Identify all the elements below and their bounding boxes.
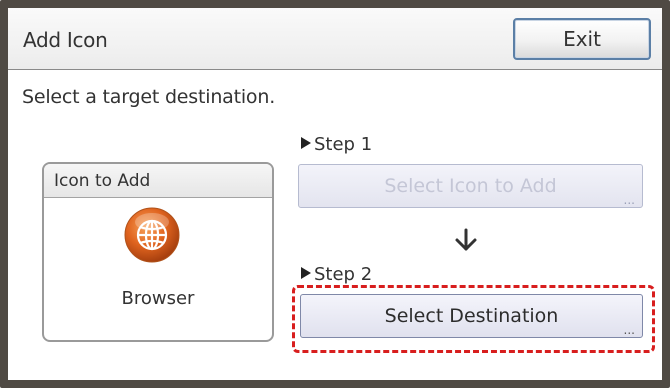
icon-to-add-panel: Icon to Add Browser <box>42 162 274 342</box>
select-destination-label: Select Destination <box>384 305 559 327</box>
step2-triangle-icon <box>301 267 311 279</box>
select-icon-to-add-button[interactable]: Select Icon to Add ... <box>298 164 643 208</box>
step2-label: Step 2 <box>301 265 372 285</box>
select-icon-to-add-label: Select Icon to Add <box>384 175 557 197</box>
step1-triangle-icon <box>301 137 311 149</box>
browser-globe-icon <box>124 207 180 263</box>
step2-text: Step 2 <box>314 264 373 285</box>
more-indicator: ... <box>623 193 635 207</box>
step1-text: Step 1 <box>314 134 373 155</box>
more-indicator: ... <box>623 323 635 337</box>
dialog-title: Add Icon <box>23 28 108 52</box>
instruction-text: Select a target destination. <box>22 86 276 108</box>
arrow-down-icon <box>455 228 477 251</box>
icon-to-add-header: Icon to Add <box>44 164 272 198</box>
browser-label: Browser <box>121 288 195 309</box>
exit-button[interactable]: Exit <box>513 18 651 60</box>
title-bar: Add Icon Exit <box>8 8 662 70</box>
select-destination-button[interactable]: Select Destination ... <box>300 294 643 338</box>
step1-label: Step 1 <box>301 135 372 155</box>
